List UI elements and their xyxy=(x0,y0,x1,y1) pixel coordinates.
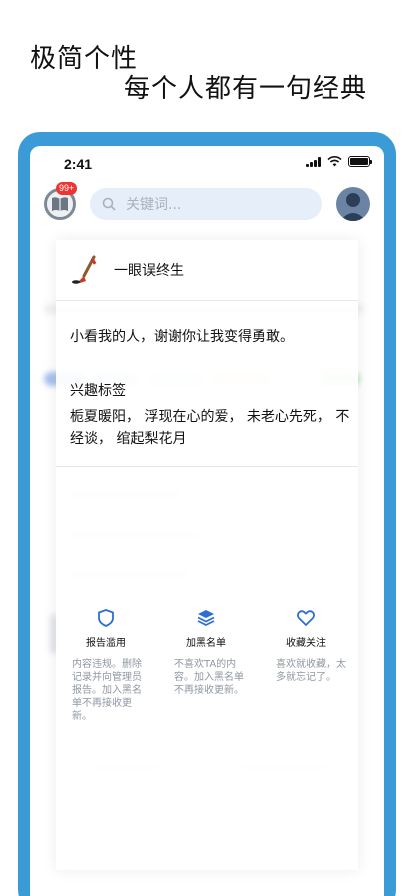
wifi-icon xyxy=(327,156,342,167)
status-icons xyxy=(306,156,372,167)
status-bar: 2:41 xyxy=(30,146,384,180)
app-screen: 2:41 99+ 关键词... 一眼误终生 小看我的人，谢谢你让我变得勇敢。 兴… xyxy=(30,146,384,896)
search-input[interactable]: 关键词... xyxy=(90,188,322,220)
tags-list: 栀夏暖阳， 浮现在心的爱， 未老心先死， 不经谈， 绾起梨花月 xyxy=(70,409,350,447)
user-quote: 小看我的人，谢谢你让我变得勇敢。 xyxy=(70,329,294,345)
shield-icon xyxy=(98,609,114,627)
status-time: 2:41 xyxy=(64,156,93,172)
blacklist-label: 加黑名单 xyxy=(186,638,226,649)
favorite-button[interactable]: 收藏关注 xyxy=(256,608,356,649)
divider xyxy=(56,466,358,467)
action-descriptions: 内容违规。删除记录并向管理员报告。加入黑名单不再接收更新。 不喜欢TA的内容。加… xyxy=(72,658,352,723)
headline: 极简个性 每个人都有一句经典 xyxy=(0,0,414,130)
report-abuse-desc: 内容违规。删除记录并向管理员报告。加入黑名单不再接收更新。 xyxy=(72,659,142,722)
blacklist-button[interactable]: 加黑名单 xyxy=(156,608,256,649)
notification-badge: 99+ xyxy=(56,182,78,195)
blacklist-desc: 不喜欢TA的内容。加入黑名单不再接收更新。 xyxy=(174,659,244,696)
search-placeholder: 关键词... xyxy=(126,197,182,213)
user-icon xyxy=(340,193,366,221)
top-bar: 99+ 关键词... xyxy=(30,182,384,232)
favorite-label: 收藏关注 xyxy=(286,638,326,649)
profile-avatar[interactable] xyxy=(336,187,370,221)
headline-line-1: 极简个性 xyxy=(30,44,139,74)
favorite-desc: 喜欢就收藏，太多就忘记了。 xyxy=(276,659,346,683)
report-abuse-button[interactable]: 报告滥用 xyxy=(56,608,156,649)
user-row: 一眼误终生 xyxy=(70,250,184,290)
report-abuse-label: 报告滥用 xyxy=(86,638,126,649)
profile-card: 一眼误终生 小看我的人，谢谢你让我变得勇敢。 兴趣标签 栀夏暖阳， 浮现在心的爱… xyxy=(56,240,358,870)
action-row: 报告滥用 加黑名单 收藏关注 xyxy=(56,608,358,649)
headline-line-2: 每个人都有一句经典 xyxy=(124,74,368,104)
book-icon xyxy=(52,197,68,211)
battery-icon xyxy=(348,156,372,167)
search-icon xyxy=(102,197,116,211)
user-name: 一眼误终生 xyxy=(114,263,184,279)
layers-icon xyxy=(197,610,215,626)
divider xyxy=(56,300,358,301)
tags-title: 兴趣标签 xyxy=(70,383,126,399)
hockey-stick-icon xyxy=(72,255,97,284)
heart-icon xyxy=(297,610,315,626)
signal-icon xyxy=(306,156,321,167)
